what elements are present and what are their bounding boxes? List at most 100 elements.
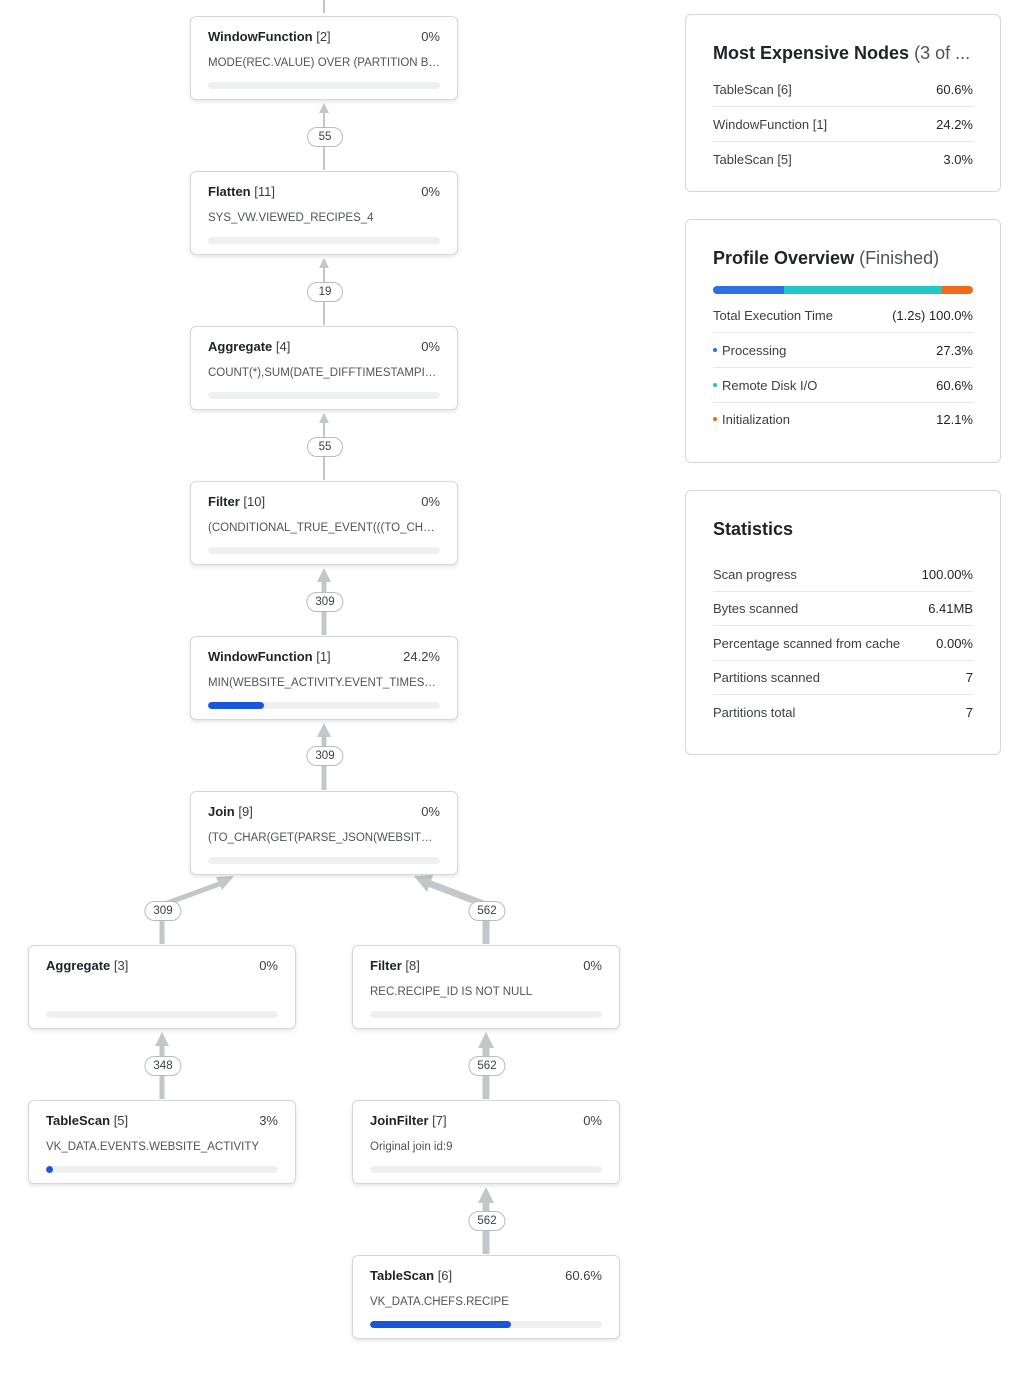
- row-label: Initialization: [722, 411, 790, 427]
- node-id: [1]: [316, 649, 331, 664]
- node-id: [8]: [405, 958, 420, 973]
- operator-node-windowfunction-1[interactable]: WindowFunction [1] 24.2% MIN(WEBSITE_ACTI…: [190, 636, 458, 720]
- node-percent: 0%: [259, 958, 278, 973]
- node-id: [4]: [275, 339, 291, 354]
- processing-segment: [713, 286, 784, 294]
- node-id: [2]: [316, 29, 331, 44]
- node-percent: 0%: [421, 29, 440, 44]
- statistic-row: Percentage scanned from cache 0.00%: [713, 626, 973, 661]
- edge-arrow: [478, 1032, 494, 1048]
- node-expression: (TO_CHAR(GET(PARSE_JSON(WEBSITE_ACTIVITY…: [208, 832, 440, 844]
- total-execution-time-row: Total Execution Time (1.2s) 100.0%: [713, 298, 973, 333]
- node-percent: 60.6%: [565, 1268, 602, 1283]
- edge-row-count: 562: [468, 1056, 506, 1076]
- row-value: 6.41MB: [928, 600, 973, 616]
- operator-node-flatten-11[interactable]: Flatten [11] 0% SYS_VW.VIEWED_RECIPES_4: [190, 171, 458, 255]
- statistic-row: Partitions scanned 7: [713, 660, 973, 695]
- row-value: 100.00%: [921, 566, 973, 582]
- row-label: TableScan [5]: [713, 151, 792, 167]
- node-expression: Original join id:9: [370, 1141, 453, 1153]
- node-progress-bar: [208, 237, 440, 244]
- edge-row-count: 55: [307, 437, 343, 457]
- statistics-panel: Statistics Scan progress 100.00% Bytes sc…: [685, 490, 1001, 755]
- edge-row-count: 309: [144, 901, 182, 921]
- execution-time-breakdown-bar: [713, 286, 973, 294]
- row-value: 60.6%: [936, 377, 973, 393]
- row-label: Partitions total: [713, 704, 796, 720]
- edge-arrow: [478, 1187, 494, 1203]
- node-expression: VK_DATA.EVENTS.WEBSITE_ACTIVITY: [46, 1141, 260, 1153]
- node-percent: 0%: [421, 184, 440, 199]
- operator-node-tablescan-6[interactable]: TableScan [6] 60.6% VK_DATA.CHEFS.RECIPE: [352, 1255, 620, 1339]
- row-label: Total Execution Time: [713, 307, 833, 323]
- row-value: (1.2s) 100.0%: [892, 307, 973, 323]
- node-expression: (CONDITIONAL_TRUE_EVENT(((TO_CHAR(GET(PA…: [208, 522, 440, 534]
- expensive-node-row[interactable]: TableScan [5] 3.0%: [713, 142, 973, 176]
- node-name: Filter: [208, 494, 240, 509]
- expensive-node-row[interactable]: TableScan [6] 60.6%: [713, 72, 973, 107]
- edge-row-count: 309: [306, 592, 344, 612]
- node-progress-bar: [208, 82, 440, 89]
- node-name: WindowFunction: [208, 649, 313, 664]
- row-label: TableScan [6]: [713, 81, 792, 97]
- row-label: Bytes scanned: [713, 600, 799, 616]
- panel-title: Statistics: [713, 519, 794, 539]
- edge-arrow: [319, 413, 329, 423]
- row-value: 12.1%: [936, 411, 973, 427]
- node-progress-bar: [208, 547, 440, 554]
- row-label: Partitions scanned: [713, 669, 820, 685]
- operator-node-join-9[interactable]: Join [9] 0% (TO_CHAR(GET(PARSE_JSON(WEBSI…: [190, 791, 458, 875]
- operator-node-joinfilter-7[interactable]: JoinFilter [7] 0% Original join id:9: [352, 1100, 620, 1184]
- node-expression: SYS_VW.VIEWED_RECIPES_4: [208, 212, 374, 224]
- profile-overview-panel: Profile Overview (Finished) Total Execut…: [685, 219, 1001, 463]
- edge-arrow: [319, 103, 329, 113]
- edge-arrow: [155, 1032, 169, 1046]
- operator-node-windowfunction-2[interactable]: WindowFunction [2] 0% MODE(REC.VALUE) OVE…: [190, 16, 458, 100]
- remote-disk-io-segment: [783, 286, 942, 294]
- panel-subtitle: (Finished): [859, 248, 940, 268]
- row-label: Percentage scanned from cache: [713, 635, 901, 651]
- node-name: Aggregate: [208, 339, 273, 354]
- edge-arrow: [317, 723, 331, 737]
- node-percent: 24.2%: [403, 649, 440, 664]
- node-expression: MODE(REC.VALUE) OVER (PARTITION BY REC.R…: [208, 57, 440, 69]
- most-expensive-nodes-panel: Most Expensive Nodes (3 of ... TableScan…: [685, 14, 1001, 192]
- operator-node-filter-8[interactable]: Filter [8] 0% REC.RECIPE_ID IS NOT NULL: [352, 945, 620, 1029]
- row-value: 24.2%: [936, 116, 973, 132]
- statistic-row: Partitions total 7: [713, 695, 973, 729]
- statistic-row: Scan progress 100.00%: [713, 557, 973, 592]
- node-percent: 0%: [583, 1113, 602, 1128]
- node-name: JoinFilter: [370, 1113, 429, 1128]
- panel-title: Profile Overview (Finished): [713, 248, 940, 268]
- operator-node-tablescan-5[interactable]: TableScan [5] 3% VK_DATA.EVENTS.WEBSITE_A…: [28, 1100, 296, 1184]
- row-label: Processing: [722, 342, 787, 358]
- edge-arrow: [317, 568, 331, 582]
- row-label: Remote Disk I/O: [722, 377, 818, 393]
- operator-node-filter-10[interactable]: Filter [10] 0% (CONDITIONAL_TRUE_EVENT(((…: [190, 481, 458, 565]
- expensive-node-row[interactable]: WindowFunction [1] 24.2%: [713, 107, 973, 142]
- node-id: [10]: [243, 494, 266, 509]
- node-progress-bar: [208, 392, 440, 399]
- edge-row-count: 309: [306, 746, 344, 766]
- node-percent: 0%: [421, 339, 440, 354]
- row-label: WindowFunction [1]: [713, 116, 828, 132]
- operator-node-aggregate-3[interactable]: Aggregate [3] 0%: [28, 945, 296, 1029]
- node-progress-bar: [208, 702, 440, 709]
- node-percent: 3%: [259, 1113, 278, 1128]
- node-progress-bar: [46, 1166, 278, 1173]
- node-expression: VK_DATA.CHEFS.RECIPE: [370, 1296, 509, 1308]
- node-name: Aggregate: [46, 958, 111, 973]
- node-id: [7]: [432, 1113, 447, 1128]
- edge-arrow: [319, 258, 329, 268]
- edge-row-count: 55: [307, 127, 343, 147]
- operator-node-aggregate-4[interactable]: Aggregate [4] 0% COUNT(*),SUM(DATE_DIFFTI…: [190, 326, 458, 410]
- node-progress-bar: [370, 1166, 602, 1173]
- row-value: 0.00%: [936, 635, 973, 651]
- initialization-segment: [941, 286, 973, 294]
- processing-dot-icon: [713, 348, 717, 353]
- panel-subtitle: (3 of ...: [914, 43, 971, 63]
- row-value: 60.6%: [936, 81, 973, 97]
- node-id: [9]: [238, 804, 253, 819]
- node-name: Join: [208, 804, 235, 819]
- node-name: TableScan: [370, 1268, 435, 1283]
